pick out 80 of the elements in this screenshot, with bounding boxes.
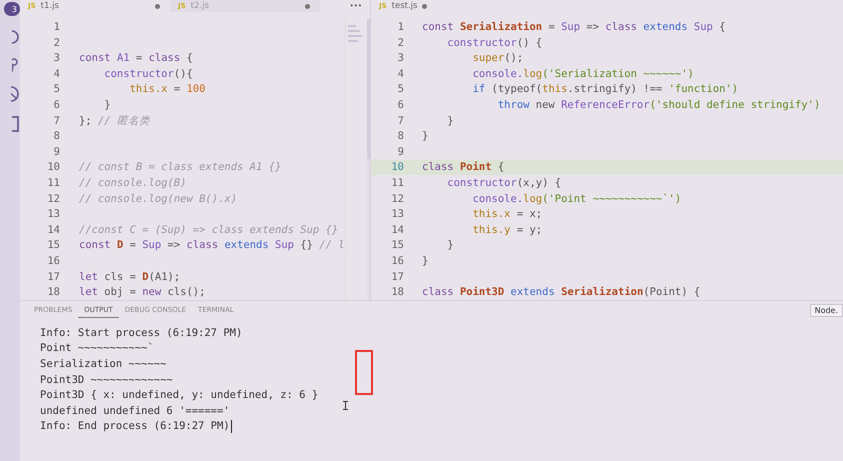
code-line: this.y = y;: [472, 224, 542, 236]
line-number: 10: [46, 161, 60, 174]
line-number: 18: [390, 286, 404, 298]
output-line: undefined undefined 6 '======': [40, 404, 230, 417]
code-line: constructor(x,y) {: [446, 177, 562, 190]
output-line: Serialization ~~~~~~: [40, 358, 166, 370]
line-number: 12: [46, 192, 60, 205]
line-number: 12: [390, 192, 404, 205]
line-number: 13: [46, 208, 60, 220]
code-line: // console.log(new B().x): [79, 192, 238, 205]
code-line: throw new ReferenceError('should define stringify'): [496, 99, 820, 112]
line-number: 18: [46, 286, 60, 298]
code-line: // const B = class extends A1 {}: [79, 161, 282, 174]
debug-icon[interactable]: [11, 86, 20, 102]
code-line: if (typeof(this.stringify) !== 'function'): [472, 83, 738, 96]
text-cursor-icon: [343, 401, 348, 410]
code-line: const A1 = class {: [79, 52, 193, 64]
output-line: Point ~~~~~~~~~~~`: [40, 342, 154, 354]
code-line: }: [103, 99, 111, 112]
line-number: 13: [390, 208, 404, 220]
line-number: 3: [52, 52, 60, 64]
code-line: const Serialization = Sup => class extends Sup {: [422, 21, 726, 34]
code-line: let cls = D(A1);: [79, 270, 180, 283]
line-number: 6: [52, 99, 60, 112]
code-line: //const C = (Sup) => class extends Sup {}: [79, 224, 338, 236]
line-number: 2: [52, 36, 60, 49]
line-number: 8: [396, 130, 404, 142]
line-number: 7: [396, 114, 404, 127]
code-line: }: [446, 239, 454, 252]
code-line: // console.log(B): [79, 177, 186, 190]
code-line: class Point {: [422, 161, 504, 174]
line-number: 4: [52, 68, 60, 80]
line-number: 15: [390, 239, 404, 252]
search-icon[interactable]: [12, 30, 20, 44]
line-number: 8: [52, 130, 60, 142]
line-number: 15: [46, 239, 60, 252]
line-number: 9: [396, 146, 404, 158]
line-number: 16: [390, 255, 404, 268]
line-number: 14: [46, 224, 60, 236]
line-number: 3: [396, 52, 404, 64]
output-line: Info: Start process (6:19:27 PM): [40, 326, 242, 339]
code-line: console.log('Point ~~~~~~~~~~~`'): [472, 192, 682, 205]
code-line: }; // 匿名类: [79, 114, 150, 128]
code-line: }: [446, 114, 454, 127]
notification-badge: 3: [4, 2, 20, 16]
text-caret: [230, 420, 232, 433]
code-line: }: [422, 255, 428, 268]
code-line: constructor(){: [103, 68, 193, 80]
code-line: constructor() {: [446, 36, 542, 49]
line-number: 7: [52, 114, 60, 127]
line-number: 1: [52, 21, 60, 34]
code-line: class Point3D extends Serialization(Point) {: [422, 286, 700, 298]
output-line: Point3D ~~~~~~~~~~~~~: [40, 374, 173, 386]
extensions-icon[interactable]: [12, 116, 20, 132]
line-number: 2: [396, 36, 404, 49]
code-line: }: [422, 130, 428, 142]
line-number: 17: [390, 270, 404, 283]
line-number: 4: [396, 68, 404, 80]
line-number: 5: [52, 83, 60, 96]
line-number: 9: [52, 146, 60, 158]
line-number: 5: [396, 83, 404, 96]
code-line: this.x = 100: [128, 83, 206, 96]
line-number: 1: [396, 21, 404, 34]
branch-icon[interactable]: [12, 58, 20, 72]
line-number: 11: [390, 177, 404, 190]
code-line: let obj = new cls();: [79, 286, 206, 298]
output-line: Info: End process (6:19:27 PM): [40, 420, 230, 432]
code-line: console.log('Serialization ~~~~~~'): [472, 68, 694, 80]
code-line: this.x = x;: [472, 208, 542, 220]
annotation-rectangle: [355, 350, 373, 395]
code-line: super();: [472, 52, 524, 64]
code-line: const D = Sup => class extends Sup {} // l: [79, 239, 345, 252]
line-number: 17: [46, 270, 60, 283]
line-number: 11: [46, 177, 60, 190]
line-number: 6: [396, 99, 404, 112]
output-line: Point3D { x: undefined, y: undefined, z: 6 }: [40, 389, 318, 402]
output-channel-dropdown[interactable]: Node.: [810, 304, 843, 317]
line-number: 16: [46, 255, 60, 268]
line-number: 14: [390, 224, 404, 236]
line-number: 10: [390, 161, 404, 174]
